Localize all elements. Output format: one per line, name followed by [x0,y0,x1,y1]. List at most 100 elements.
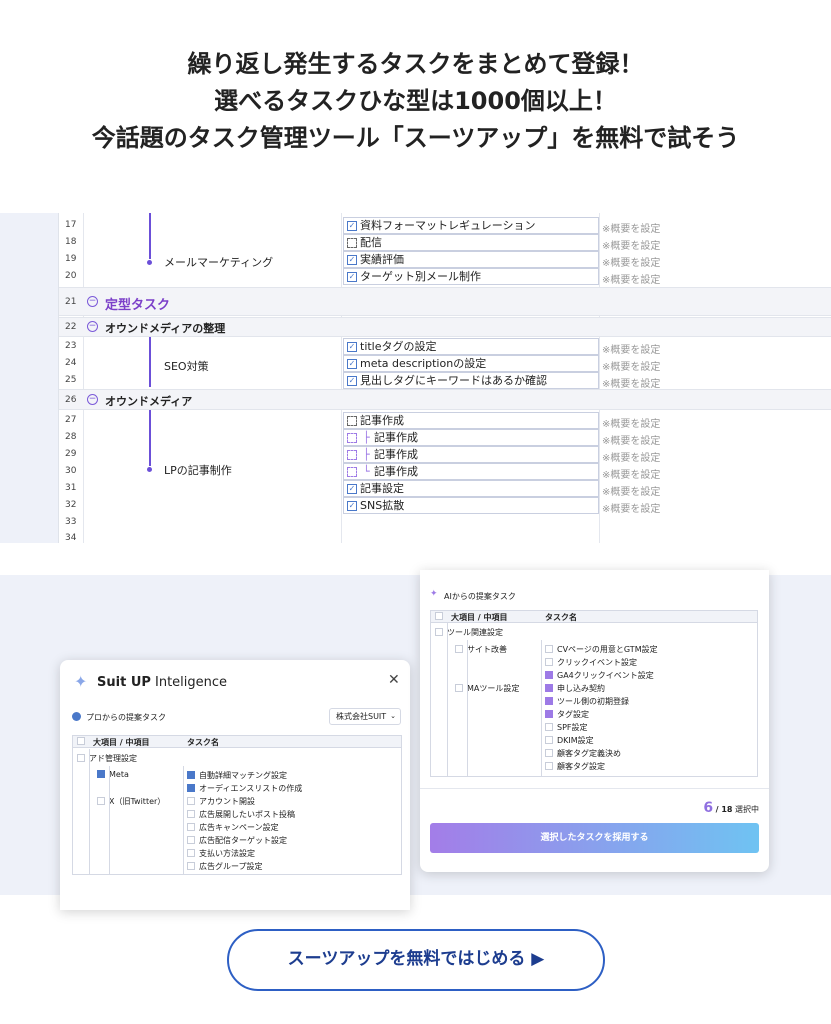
task-cell[interactable]: 記事作成 [343,412,599,429]
collapse-icon[interactable]: − [87,394,98,405]
sub-row[interactable]: Meta [97,770,129,779]
task-row[interactable]: ツール側の初期登録 [545,696,629,707]
memo[interactable]: ※概要を設定 [602,271,660,286]
checkbox-checked-icon[interactable]: ✓ [347,255,357,265]
checkbox-icon[interactable] [455,684,463,692]
checkbox-empty-icon[interactable] [347,416,357,426]
checkbox-icon[interactable] [187,836,195,844]
task-cell[interactable]: ✓ 資料フォーマットレギュレーション [343,217,599,234]
memo[interactable]: ※概要を設定 [602,500,660,515]
checkbox-checked-icon[interactable] [97,770,105,778]
task-cell[interactable]: ✓ SNS拡散 [343,497,599,514]
task-cell[interactable]: ├ 記事作成 [343,446,599,463]
checkbox-empty-icon[interactable] [347,433,357,443]
checkbox-empty-icon[interactable] [347,238,357,248]
task-cell[interactable]: 配信 [343,234,599,251]
category-row[interactable]: ツール関連設定 [435,627,503,638]
checkbox-checked-icon[interactable] [187,784,195,792]
checkbox-icon[interactable] [187,797,195,805]
task-cell[interactable]: ├ 記事作成 [343,429,599,446]
section-title: AIからの提案タスク [444,592,516,601]
task-row[interactable]: 広告グループ設定 [187,861,263,872]
checkbox-checked-icon[interactable]: ✓ [347,221,357,231]
sub-row[interactable]: X（旧Twitter） [97,796,165,807]
checkbox-checked-icon[interactable] [545,697,553,705]
sub-row[interactable]: MAツール設定 [455,683,519,694]
checkbox-icon[interactable] [435,612,443,620]
checkbox-icon[interactable] [77,737,85,745]
task-row[interactable]: 支払い方法設定 [187,848,255,859]
category-row[interactable]: アド管理設定 [77,753,137,764]
task-row[interactable]: 広告配信ターゲット設定 [187,835,287,846]
task-row[interactable]: オーディエンスリストの作成 [187,783,302,794]
checkbox-icon[interactable] [77,754,85,762]
checkbox-checked-icon[interactable]: ✓ [347,501,357,511]
checkbox-checked-icon[interactable] [545,710,553,718]
checkbox-icon[interactable] [545,762,553,770]
checkbox-checked-icon[interactable]: ✓ [347,342,357,352]
checkbox-checked-icon[interactable]: ✓ [347,359,357,369]
memo[interactable]: ※概要を設定 [602,358,660,373]
checkbox-checked-icon[interactable] [545,671,553,679]
checkbox-icon[interactable] [455,645,463,653]
task-row[interactable]: クリックイベント設定 [545,657,637,668]
memo[interactable]: ※概要を設定 [602,237,660,252]
task-row[interactable]: 顧客タグ設定 [545,761,605,772]
task-row[interactable]: DKIM設定 [545,735,594,746]
task-row[interactable]: SPF設定 [545,722,588,733]
checkbox-icon[interactable] [97,797,105,805]
memo[interactable]: ※概要を設定 [602,449,660,464]
checkbox-icon[interactable] [545,736,553,744]
task-cell[interactable]: ✓ 記事設定 [343,480,599,497]
checkbox-icon[interactable] [435,628,443,636]
row-21-band[interactable]: 21 − 定型タスク [59,287,831,316]
collapse-icon[interactable]: − [87,296,98,307]
row-26-band[interactable]: 26 − オウンドメディア [59,389,831,410]
task-row[interactable]: 自動詳細マッチング設定 [187,770,287,781]
memo[interactable]: ※概要を設定 [602,432,660,447]
adopt-tasks-button[interactable]: 選択したタスクを採用する [430,823,759,853]
task-cell[interactable]: ✓ titleタグの設定 [343,338,599,355]
memo[interactable]: ※概要を設定 [602,375,660,390]
task-row[interactable]: タグ設定 [545,709,589,720]
memo[interactable]: ※概要を設定 [602,466,660,481]
start-free-button[interactable]: スーツアップを無料ではじめる ▶ [227,929,605,991]
checkbox-icon[interactable] [187,849,195,857]
checkbox-icon[interactable] [545,645,553,653]
checkbox-icon[interactable] [545,658,553,666]
task-row[interactable]: CVページの用意とGTM設定 [545,644,658,655]
task-cell[interactable]: ✓ meta descriptionの設定 [343,355,599,372]
company-select[interactable]: 株式会社SUIT ⌄ [329,708,401,725]
checkbox-icon[interactable] [545,749,553,757]
checkbox-checked-icon[interactable] [545,684,553,692]
checkbox-checked-icon[interactable] [187,771,195,779]
memo[interactable]: ※概要を設定 [602,220,660,235]
memo[interactable]: ※概要を設定 [602,415,660,430]
checkbox-checked-icon[interactable]: ✓ [347,484,357,494]
task-row[interactable]: 広告キャンペーン設定 [187,822,279,833]
checkbox-icon[interactable] [187,810,195,818]
task-row[interactable]: 顧客タグ定義決め [545,748,621,759]
memo[interactable]: ※概要を設定 [602,341,660,356]
checkbox-icon[interactable] [187,823,195,831]
task-cell[interactable]: ✓ ターゲット別メール制作 [343,268,599,285]
checkbox-empty-icon[interactable] [347,467,357,477]
checkbox-checked-icon[interactable]: ✓ [347,376,357,386]
task-cell[interactable]: ✓ 実績評価 [343,251,599,268]
checkbox-icon[interactable] [187,862,195,870]
memo[interactable]: ※概要を設定 [602,483,660,498]
task-row[interactable]: GA4クリックイベント設定 [545,670,654,681]
row-22-band[interactable]: 22 − オウンドメディアの整理 [59,317,831,337]
checkbox-checked-icon[interactable]: ✓ [347,272,357,282]
close-icon[interactable]: ✕ [388,672,400,688]
task-row[interactable]: 申し込み契約 [545,683,605,694]
checkbox-icon[interactable] [545,723,553,731]
collapse-icon[interactable]: − [87,321,98,332]
task-cell[interactable]: └ 記事作成 [343,463,599,480]
task-row[interactable]: 広告展開したいポスト投稿 [187,809,295,820]
task-row[interactable]: アカウント開設 [187,796,255,807]
memo[interactable]: ※概要を設定 [602,254,660,269]
task-cell[interactable]: ✓ 見出しタグにキーワードはあるか確認 [343,372,599,389]
checkbox-empty-icon[interactable] [347,450,357,460]
sub-row[interactable]: サイト改善 [455,644,507,655]
